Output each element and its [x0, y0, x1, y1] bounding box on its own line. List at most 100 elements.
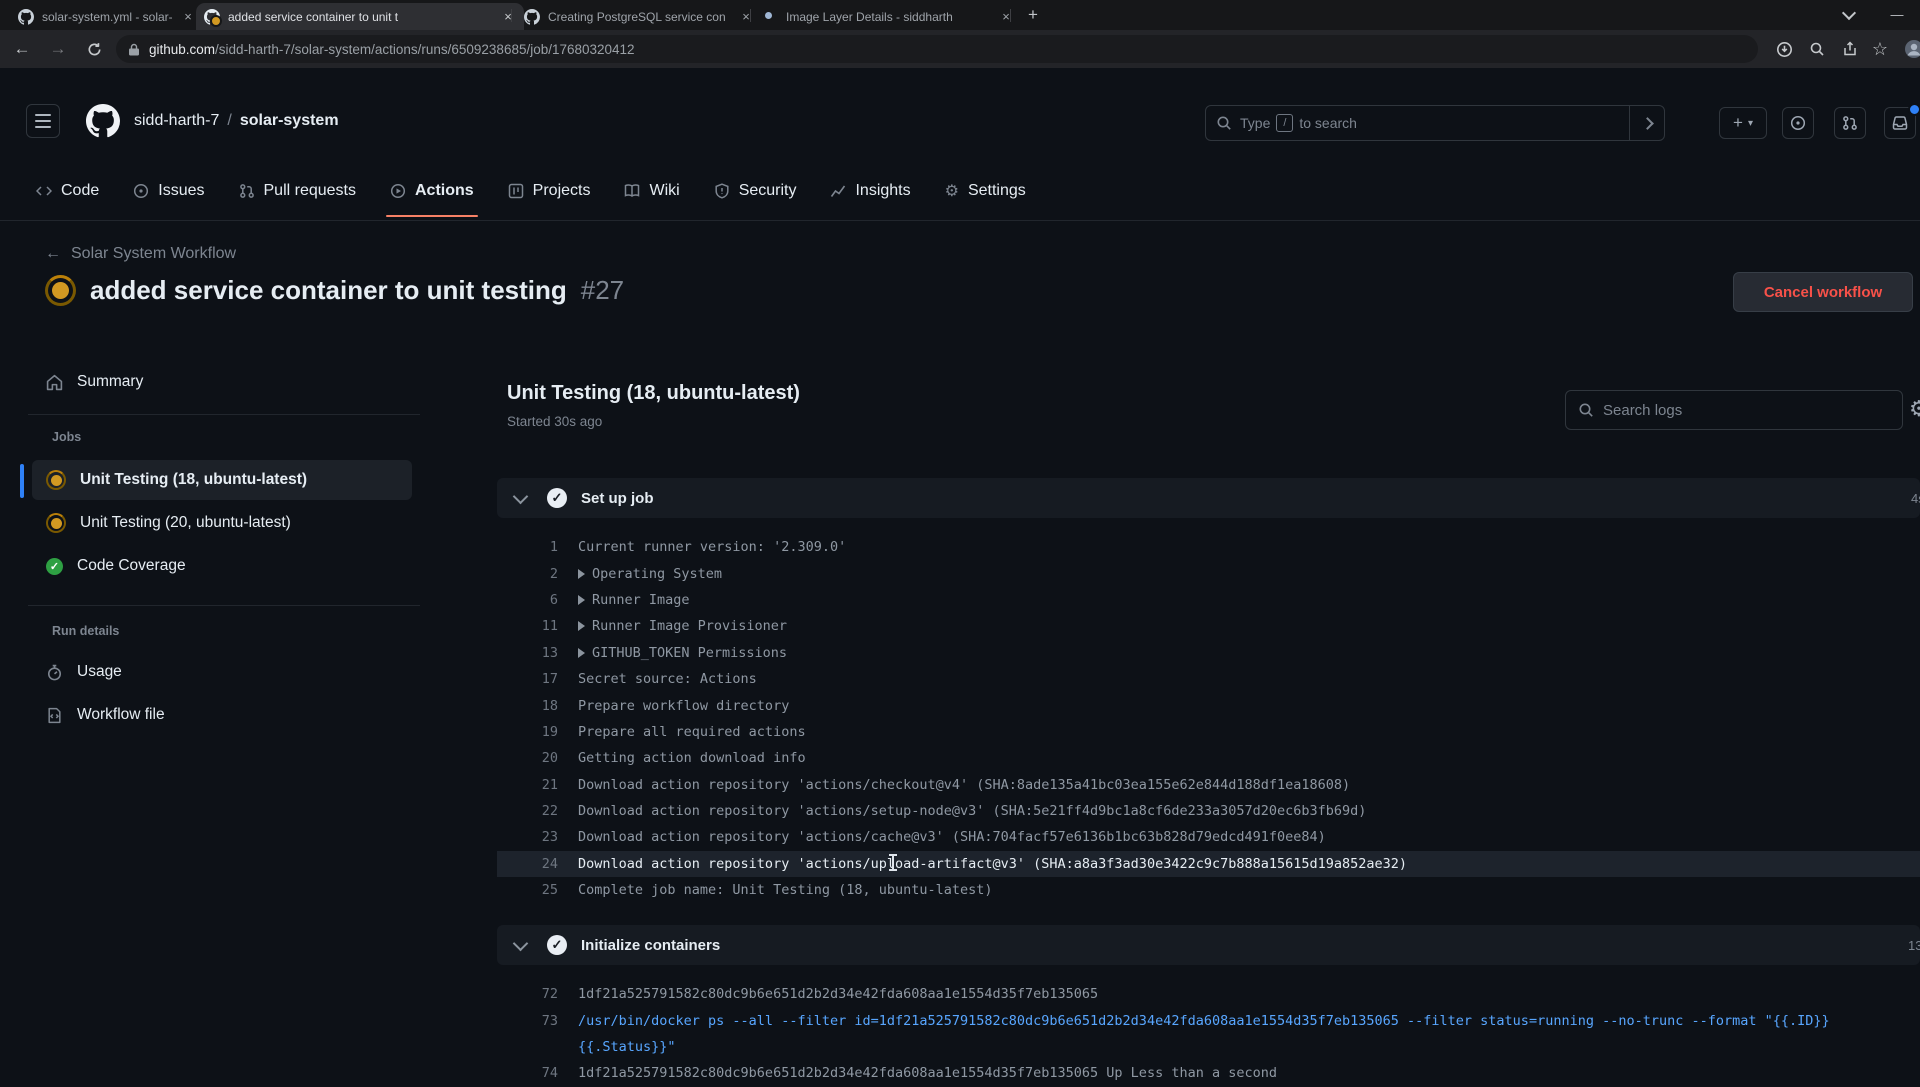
tab-actions[interactable]: Actions — [376, 168, 488, 214]
pull-requests-header-icon[interactable] — [1834, 107, 1866, 139]
tab-title: Creating PostgreSQL service con — [548, 10, 730, 24]
profile-avatar[interactable] — [1902, 37, 1920, 61]
browser-tab-1[interactable]: solar-system.yml - solar-system × — [10, 3, 204, 30]
log-line: 18Prepare workflow directory — [497, 692, 1920, 718]
back-button[interactable]: ← — [10, 37, 34, 61]
issues-header-icon[interactable] — [1782, 107, 1814, 139]
sidebar-item-usage[interactable]: Usage — [32, 652, 412, 692]
jobs-section-label: Jobs — [52, 430, 81, 444]
search-icon — [1216, 115, 1232, 131]
expand-triangle-icon — [578, 595, 585, 605]
command-palette-icon[interactable] — [1629, 106, 1664, 140]
log-line-group[interactable]: 13GITHUB_TOKEN Permissions — [497, 640, 1920, 666]
create-new-button[interactable]: +▾ — [1719, 107, 1767, 139]
run-number: #27 — [581, 275, 624, 306]
github-logo-icon[interactable] — [86, 104, 120, 138]
active-job-indicator — [20, 464, 24, 498]
search-logs-input[interactable]: Search logs — [1565, 390, 1903, 430]
code-icon — [36, 183, 52, 199]
screen: { "colors":{"accent_blue":"#2f81f7","sta… — [0, 0, 1920, 1080]
repo-navigation: Code Issues Pull requests Actions Projec… — [22, 168, 1040, 214]
success-check-icon: ✓ — [46, 558, 63, 575]
sidebar-job-code-coverage[interactable]: ✓ Code Coverage — [32, 546, 412, 586]
bookmark-star-icon[interactable]: ☆ — [1868, 37, 1892, 61]
breadcrumb: sidd-harth-7 / solar-system — [134, 112, 339, 130]
log-line: 22Download action repository 'actions/se… — [497, 798, 1920, 824]
tab-close-icon[interactable]: × — [738, 9, 754, 25]
workflow-name: Solar System Workflow — [71, 245, 236, 263]
sidebar-job-unit-testing-20[interactable]: Unit Testing (20, ubuntu-latest) — [32, 503, 412, 543]
global-search-input[interactable]: Type / to search — [1205, 105, 1665, 141]
forward-button[interactable]: → — [46, 37, 70, 61]
log-line: 741df21a525791582c80dc9b6e651d2b2d34e42f… — [497, 1060, 1920, 1086]
url-bar[interactable]: github.com/sidd-harth-7/solar-system/act… — [116, 35, 1758, 63]
sidebar-job-unit-testing-18[interactable]: Unit Testing (18, ubuntu-latest) — [32, 460, 412, 500]
log-lines-initialize-containers: 721df21a525791582c80dc9b6e651d2b2d34e42f… — [497, 981, 1920, 1087]
in-progress-status-icon — [45, 275, 76, 306]
new-tab-button[interactable]: + — [1022, 4, 1044, 26]
step-duration: 4s — [1911, 491, 1920, 506]
hamburger-menu-button[interactable] — [26, 104, 60, 138]
install-icon[interactable] — [1772, 37, 1796, 61]
chevron-down-icon — [513, 488, 529, 504]
section-set-up-job[interactable]: ✓ Set up job 4s — [497, 478, 1920, 518]
log-line: 73/usr/bin/docker ps --all --filter id=1… — [497, 1007, 1920, 1033]
expand-triangle-icon — [578, 648, 585, 658]
tab-close-icon[interactable]: × — [500, 9, 516, 25]
text-cursor — [892, 854, 894, 871]
tab-divider — [750, 9, 751, 22]
log-line-continuation: {{.Status}}" — [497, 1034, 1920, 1060]
window-minimize-button[interactable]: — — [1880, 0, 1914, 29]
zoom-icon[interactable] — [1805, 37, 1829, 61]
log-line-group[interactable]: 6Runner Image — [497, 587, 1920, 613]
wiki-book-icon — [624, 183, 640, 199]
tab-search-chevron-icon[interactable] — [1832, 0, 1866, 29]
run-title: added service container to unit testing — [90, 275, 567, 306]
tab-issues[interactable]: Issues — [119, 168, 218, 214]
log-line-group[interactable]: 11Runner Image Provisioner — [497, 613, 1920, 639]
log-line: 17Secret source: Actions — [497, 666, 1920, 692]
tab-status-dot — [210, 15, 222, 27]
breadcrumb-owner[interactable]: sidd-harth-7 — [134, 112, 219, 130]
github-favicon-busy — [204, 9, 220, 25]
step-duration: 13s — [1908, 938, 1920, 953]
github-favicon — [18, 9, 34, 25]
share-icon[interactable] — [1838, 37, 1862, 61]
section-initialize-containers[interactable]: ✓ Initialize containers 13s — [497, 925, 1920, 965]
breadcrumb-repo[interactable]: solar-system — [240, 112, 339, 130]
log-settings-gear-icon[interactable]: ⚙ — [1909, 396, 1920, 422]
sidebar-item-workflow-file[interactable]: Workflow file — [32, 695, 412, 735]
log-line: 721df21a525791582c80dc9b6e651d2b2d34e42f… — [497, 981, 1920, 1007]
chevron-down-icon — [513, 935, 529, 951]
browser-toolbar: ← → github.com/sidd-harth-7/solar-system… — [0, 30, 1920, 68]
tab-security[interactable]: Security — [700, 168, 811, 214]
job-started-time: Started 30s ago — [507, 414, 602, 429]
browser-tab-4[interactable]: Image Layer Details - siddharth × — [754, 3, 1022, 30]
breadcrumb-separator: / — [227, 112, 231, 130]
log-line-group[interactable]: 2Operating System — [497, 560, 1920, 586]
tab-pull-requests[interactable]: Pull requests — [225, 168, 371, 214]
pull-request-icon — [239, 183, 255, 199]
tab-close-icon[interactable]: × — [180, 9, 196, 25]
slash-key-hint: / — [1276, 114, 1293, 132]
home-icon — [46, 374, 63, 391]
workflow-back-link[interactable]: ← Solar System Workflow — [45, 245, 236, 263]
tab-insights[interactable]: Insights — [816, 168, 924, 214]
step-check-icon: ✓ — [547, 935, 567, 955]
cancel-workflow-button[interactable]: Cancel workflow — [1733, 272, 1913, 312]
site-favicon — [762, 9, 778, 25]
tab-projects[interactable]: Projects — [494, 168, 605, 214]
tab-code[interactable]: Code — [22, 168, 113, 214]
tab-wiki[interactable]: Wiki — [610, 168, 693, 214]
run-title-row: added service container to unit testing … — [45, 275, 624, 306]
tab-close-icon[interactable]: × — [998, 9, 1014, 25]
job-log-panel: Unit Testing (18, ubuntu-latest) Started… — [497, 372, 1920, 1080]
reload-button[interactable] — [82, 37, 106, 61]
sidebar-item-summary[interactable]: Summary — [32, 362, 412, 402]
browser-tab-2-active[interactable]: added service container to unit t × — [196, 3, 524, 30]
tab-settings[interactable]: ⚙ Settings — [931, 168, 1040, 214]
github-page: sidd-harth-7 / solar-system Type / to se… — [0, 68, 1920, 1080]
graph-icon — [830, 183, 846, 199]
browser-tab-3[interactable]: Creating PostgreSQL service con × — [516, 3, 762, 30]
log-line-highlighted: 24Download action repository 'actions/up… — [497, 851, 1920, 877]
